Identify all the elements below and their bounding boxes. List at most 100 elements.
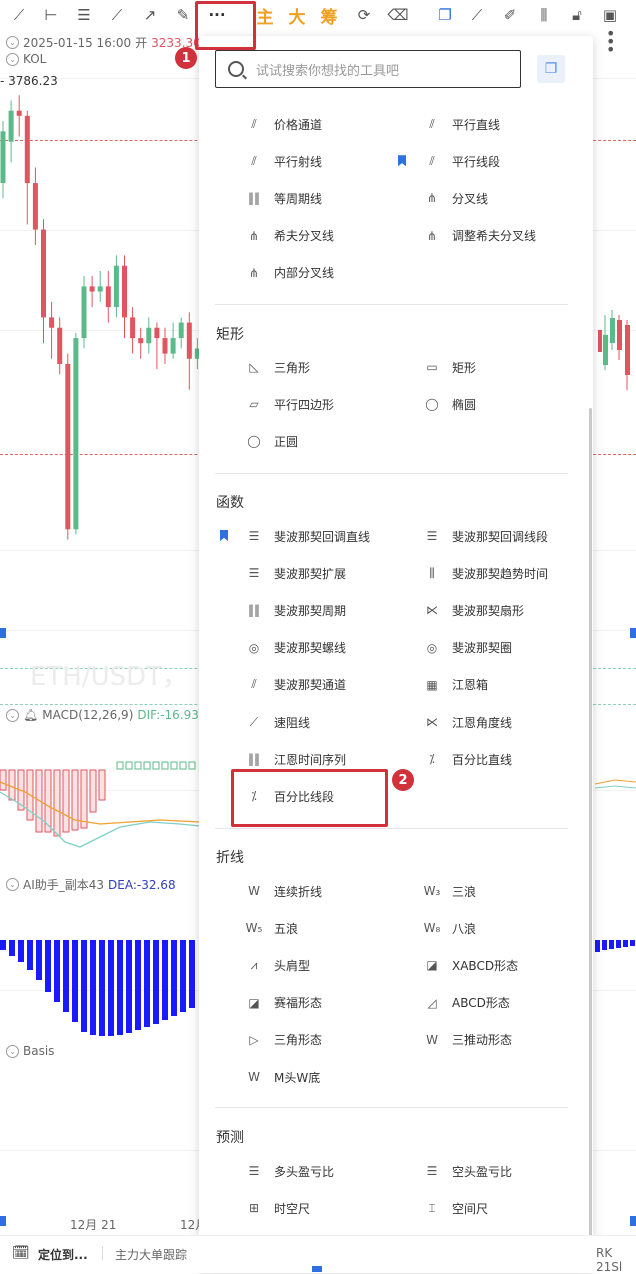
function-tool-item[interactable]: ‖‖ 斐波那契周期 [244, 598, 346, 622]
circle-icon: ◯ [247, 434, 261, 449]
lock-icon[interactable]: 🔓︎ [564, 4, 590, 26]
tool-label: 平行射线 [274, 154, 323, 169]
forecast-tool-item[interactable]: ☰ 空头盈亏比 [422, 1159, 512, 1183]
tool-label: 空间尺 [452, 1201, 489, 1216]
three-wave-icon: W₃ [423, 884, 441, 898]
polyline-tool-item[interactable]: W M头W底 [244, 1065, 320, 1089]
polyline-tool-item[interactable]: ◪ 赛福形态 [244, 991, 322, 1015]
function-tool-item[interactable]: ☰ 斐波那契回调直线 [244, 524, 370, 548]
chevron-down-icon[interactable]: ⌄ [6, 708, 19, 722]
tool-label: 椭圆 [452, 397, 477, 412]
brush-icon[interactable]: ✎ [170, 4, 196, 26]
resize-handle[interactable] [312, 1266, 322, 1272]
shape-tool-item[interactable]: ◯ 椭圆 [422, 392, 476, 416]
big-order-button[interactable]: 大 [284, 4, 310, 28]
pen-icon[interactable]: ✐ [497, 4, 523, 26]
horizontal-ray-icon[interactable]: ⊢ [38, 4, 64, 26]
tool-label: 空头盈亏比 [452, 1164, 513, 1179]
section-title-polylines: 折线 [216, 850, 244, 866]
chevron-down-icon[interactable]: ⌄ [6, 36, 19, 49]
bookmark-icon[interactable] [398, 155, 406, 167]
function-tool-item[interactable]: ‖‖ 江恩时间序列 [244, 747, 346, 771]
channel-tool-item[interactable]: ⫽ 平行射线 [244, 149, 322, 173]
section-title-shapes: 矩形 [216, 327, 244, 343]
polyline-tool-item[interactable]: ▷ 三角形态 [244, 1028, 322, 1052]
chart-menu-icon[interactable]: • • • [606, 26, 615, 58]
chip-button[interactable]: 筹 [316, 4, 342, 28]
polyline-tool-item[interactable]: ◪ XABCD形态 [422, 953, 518, 977]
ai-dea: DEA:-32.68 [108, 877, 176, 892]
arrow-icon[interactable]: ↗ [137, 4, 163, 26]
candles-icon[interactable]: ⫼ [531, 4, 557, 26]
function-tool-item[interactable]: ▦ 江恩箱 [422, 673, 488, 697]
calendar-icon[interactable]: 🗓︎ [12, 1245, 30, 1261]
function-tool-item[interactable]: ⫽ 斐波那契通道 [244, 673, 346, 697]
channel-tool-item[interactable]: ⫽ 价格通道 [244, 112, 322, 136]
resize-handle[interactable] [630, 1216, 636, 1226]
polyline-tool-item[interactable]: W 三推动形态 [422, 1028, 512, 1052]
polyline-tool-item[interactable]: W 连续折线 [244, 879, 322, 903]
speed-resistance-icon: ⟋ [249, 714, 259, 729]
function-tool-item[interactable]: ☰ 斐波那契回调线段 [422, 524, 548, 548]
polyline-tool-item[interactable]: ◿ ABCD形态 [422, 991, 509, 1015]
tool-label: 平行四边形 [274, 397, 335, 412]
shape-tool-item[interactable]: ◯ 正圆 [244, 429, 298, 453]
function-tool-item[interactable]: ⟋ 速阻线 [244, 710, 310, 734]
channel-tool-item[interactable]: ⋔ 调整希夫分叉线 [422, 224, 536, 248]
copy-icon[interactable]: ❐ [537, 55, 565, 83]
locate-button[interactable]: 定位到... [38, 1246, 88, 1263]
channel-tool-item[interactable]: ⋔ 内部分叉线 [244, 261, 334, 285]
function-tool-item[interactable]: ⋉ 江恩角度线 [422, 710, 512, 734]
function-tool-item[interactable]: ⋉ 斐波那契扇形 [422, 598, 524, 622]
channel-tool-item[interactable]: ⫽ 平行线段 [422, 149, 500, 173]
chevron-down-icon[interactable]: ⌄ [6, 1044, 19, 1058]
forecast-tool-item[interactable]: ⌶ 空间尺 [422, 1196, 488, 1220]
polyline-tool-item[interactable]: W₃ 三浪 [422, 879, 476, 903]
fib-fan-icon: ⋉ [426, 603, 438, 618]
rotate-icon[interactable]: ⟳ [351, 4, 377, 26]
resize-handle[interactable] [0, 1216, 6, 1226]
ray-icon[interactable]: ⟋ [104, 4, 130, 26]
shape-tool-item[interactable]: ◺ 三角形 [244, 355, 310, 379]
forecast-tool-item[interactable]: ☰ 多头盈亏比 [244, 1159, 334, 1183]
channel-tool-item[interactable]: ⋔ 希夫分叉线 [244, 224, 334, 248]
function-tool-item[interactable]: ☰ 斐波那契扩展 [244, 561, 346, 585]
order-tracking-button[interactable]: 主力大单跟踪 [115, 1246, 187, 1263]
fib-channel-icon: ⫽ [251, 677, 257, 692]
bookmark-icon[interactable] [220, 530, 228, 541]
polyline-tool-item[interactable]: ⩘ 头肩型 [244, 953, 310, 977]
candle-body [170, 338, 176, 354]
function-tool-item[interactable]: ⫼ 斐波那契趋势时间 [422, 561, 548, 585]
bell-icon[interactable]: 🔔︎ [23, 708, 38, 722]
polyline-tool-item[interactable]: W₅ 五浪 [244, 916, 298, 940]
screenshot-icon[interactable]: ▣ [597, 4, 623, 26]
resize-handle[interactable] [0, 628, 6, 638]
triangle-icon: ◺ [249, 360, 259, 374]
function-tool-item[interactable]: ◎ 斐波那契螺线 [244, 636, 346, 660]
shape-tool-item[interactable]: ▱ 平行四边形 [244, 392, 334, 416]
horizontal-lines-icon[interactable]: ☰ [71, 4, 97, 26]
scrollbar[interactable] [589, 408, 592, 1272]
polyline-icon: W [248, 884, 260, 898]
tool-label: 五浪 [274, 921, 299, 936]
function-tool-item[interactable]: ◎ 斐波那契圈 [422, 636, 512, 660]
channel-tool-item[interactable]: ⋔ 分叉线 [422, 186, 488, 210]
trend-line-icon[interactable]: ⟋ [6, 4, 32, 26]
macd-histogram [0, 761, 200, 848]
macd-label: MACD(12,26,9) [42, 708, 134, 722]
tool-label: 矩形 [452, 360, 477, 375]
tool-label: 江恩时间序列 [274, 752, 347, 767]
channel-tool-item[interactable]: ‖‖ 等周期线 [244, 186, 322, 210]
forecast-tool-item[interactable]: ⊞ 时空尺 [244, 1196, 310, 1220]
erase-icon[interactable]: ⌫ [385, 4, 411, 26]
chevron-down-icon[interactable]: ⌄ [6, 52, 19, 66]
polyline-tool-item[interactable]: W₈ 八浪 [422, 916, 476, 940]
resize-handle[interactable] [630, 628, 636, 638]
channel-tool-item[interactable]: ⫽ 平行直线 [422, 112, 500, 136]
ruler-icon[interactable]: ⟋ [464, 4, 490, 26]
tool-search-box[interactable]: 试试搜索你想找的工具吧 [215, 50, 521, 88]
function-tool-item[interactable]: ⁒ 百分比直线 [422, 747, 512, 771]
chevron-down-icon[interactable]: ⌄ [6, 878, 19, 891]
shape-tool-item[interactable]: ▭ 矩形 [422, 355, 476, 379]
copy-icon[interactable]: ❐ [432, 4, 458, 26]
